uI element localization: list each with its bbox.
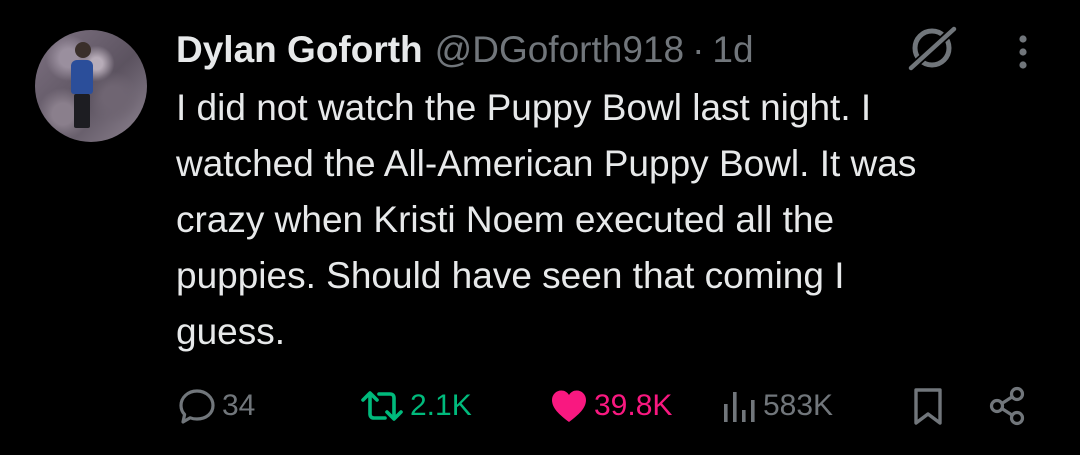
header-separator: · <box>692 29 705 70</box>
avatar-figure-head <box>75 42 91 58</box>
tweet-header: Dylan Goforth @DGoforth918 · 1d <box>176 26 754 74</box>
avatar-figure-body <box>71 60 93 128</box>
share-icon <box>989 386 1025 426</box>
bookmark-button[interactable] <box>908 378 948 434</box>
tweet-card[interactable]: Dylan Goforth @DGoforth918 · 1d I did no… <box>0 0 1080 455</box>
tweet-action-bar: 34 2.1K 39.8K 583K <box>0 378 1080 434</box>
grok-icon[interactable] <box>905 24 959 73</box>
heart-icon <box>552 390 586 422</box>
tweet-text: I did not watch the Puppy Bowl last nigh… <box>176 87 917 352</box>
repost-button[interactable]: 2.1K <box>357 378 472 434</box>
views-bar-chart-icon <box>724 392 755 422</box>
reply-count: 34 <box>222 389 256 422</box>
timestamp[interactable]: 1d <box>712 26 753 74</box>
reply-bubble-icon <box>179 389 215 424</box>
bookmark-icon <box>914 388 942 425</box>
avatar[interactable] <box>35 30 147 142</box>
views-count: 583K <box>763 389 834 422</box>
more-options-icon[interactable] <box>1008 34 1038 70</box>
share-button[interactable] <box>985 378 1029 434</box>
views-button[interactable]: 583K <box>720 378 833 434</box>
repost-arrows-icon <box>361 391 403 421</box>
user-handle[interactable]: @DGoforth918 <box>435 26 684 74</box>
like-button[interactable]: 39.8K <box>547 378 672 434</box>
like-count: 39.8K <box>594 389 673 422</box>
reply-button[interactable]: 34 <box>175 378 255 434</box>
display-name[interactable]: Dylan Goforth <box>176 26 423 74</box>
repost-count: 2.1K <box>410 389 472 422</box>
